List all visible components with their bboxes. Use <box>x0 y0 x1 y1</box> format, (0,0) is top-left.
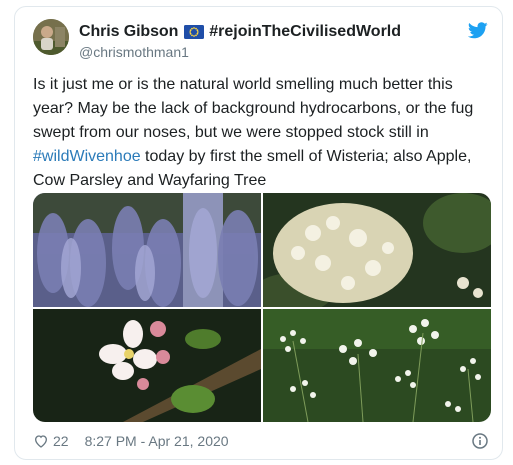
tweet-text: Is it just me or is the natural world sm… <box>33 73 493 193</box>
photo-wayfaring-tree[interactable] <box>263 193 491 307</box>
tweet-card: Chris Gibson #rejoinTheCivilisedWorld @c… <box>14 6 503 460</box>
timestamp[interactable]: 8:27 PM - Apr 21, 2020 <box>85 433 229 449</box>
photo-cow-parsley[interactable] <box>263 309 491 422</box>
photo-apple-blossom[interactable] <box>33 309 261 422</box>
like-count[interactable]: 22 <box>53 433 69 449</box>
author-name-row[interactable]: Chris Gibson #rejoinTheCivilisedWorld <box>79 22 401 42</box>
eu-flag-icon <box>184 25 205 39</box>
tweet-text-part: Is it just me or is the natural world sm… <box>33 76 474 141</box>
media-grid <box>33 193 491 422</box>
user-handle[interactable]: @chrismothman1 <box>79 44 189 60</box>
twitter-bird-icon[interactable] <box>467 22 488 39</box>
display-name[interactable]: Chris Gibson <box>79 23 178 41</box>
avatar[interactable] <box>33 19 69 55</box>
heart-icon[interactable] <box>33 433 49 449</box>
name-hashtag: #rejoinTheCivilisedWorld <box>209 23 402 40</box>
info-icon[interactable] <box>472 433 488 449</box>
tweet-footer: 22 8:27 PM - Apr 21, 2020 <box>33 433 229 449</box>
photo-wisteria[interactable] <box>33 193 261 307</box>
hashtag-link[interactable]: #wildWivenhoe <box>33 148 141 165</box>
